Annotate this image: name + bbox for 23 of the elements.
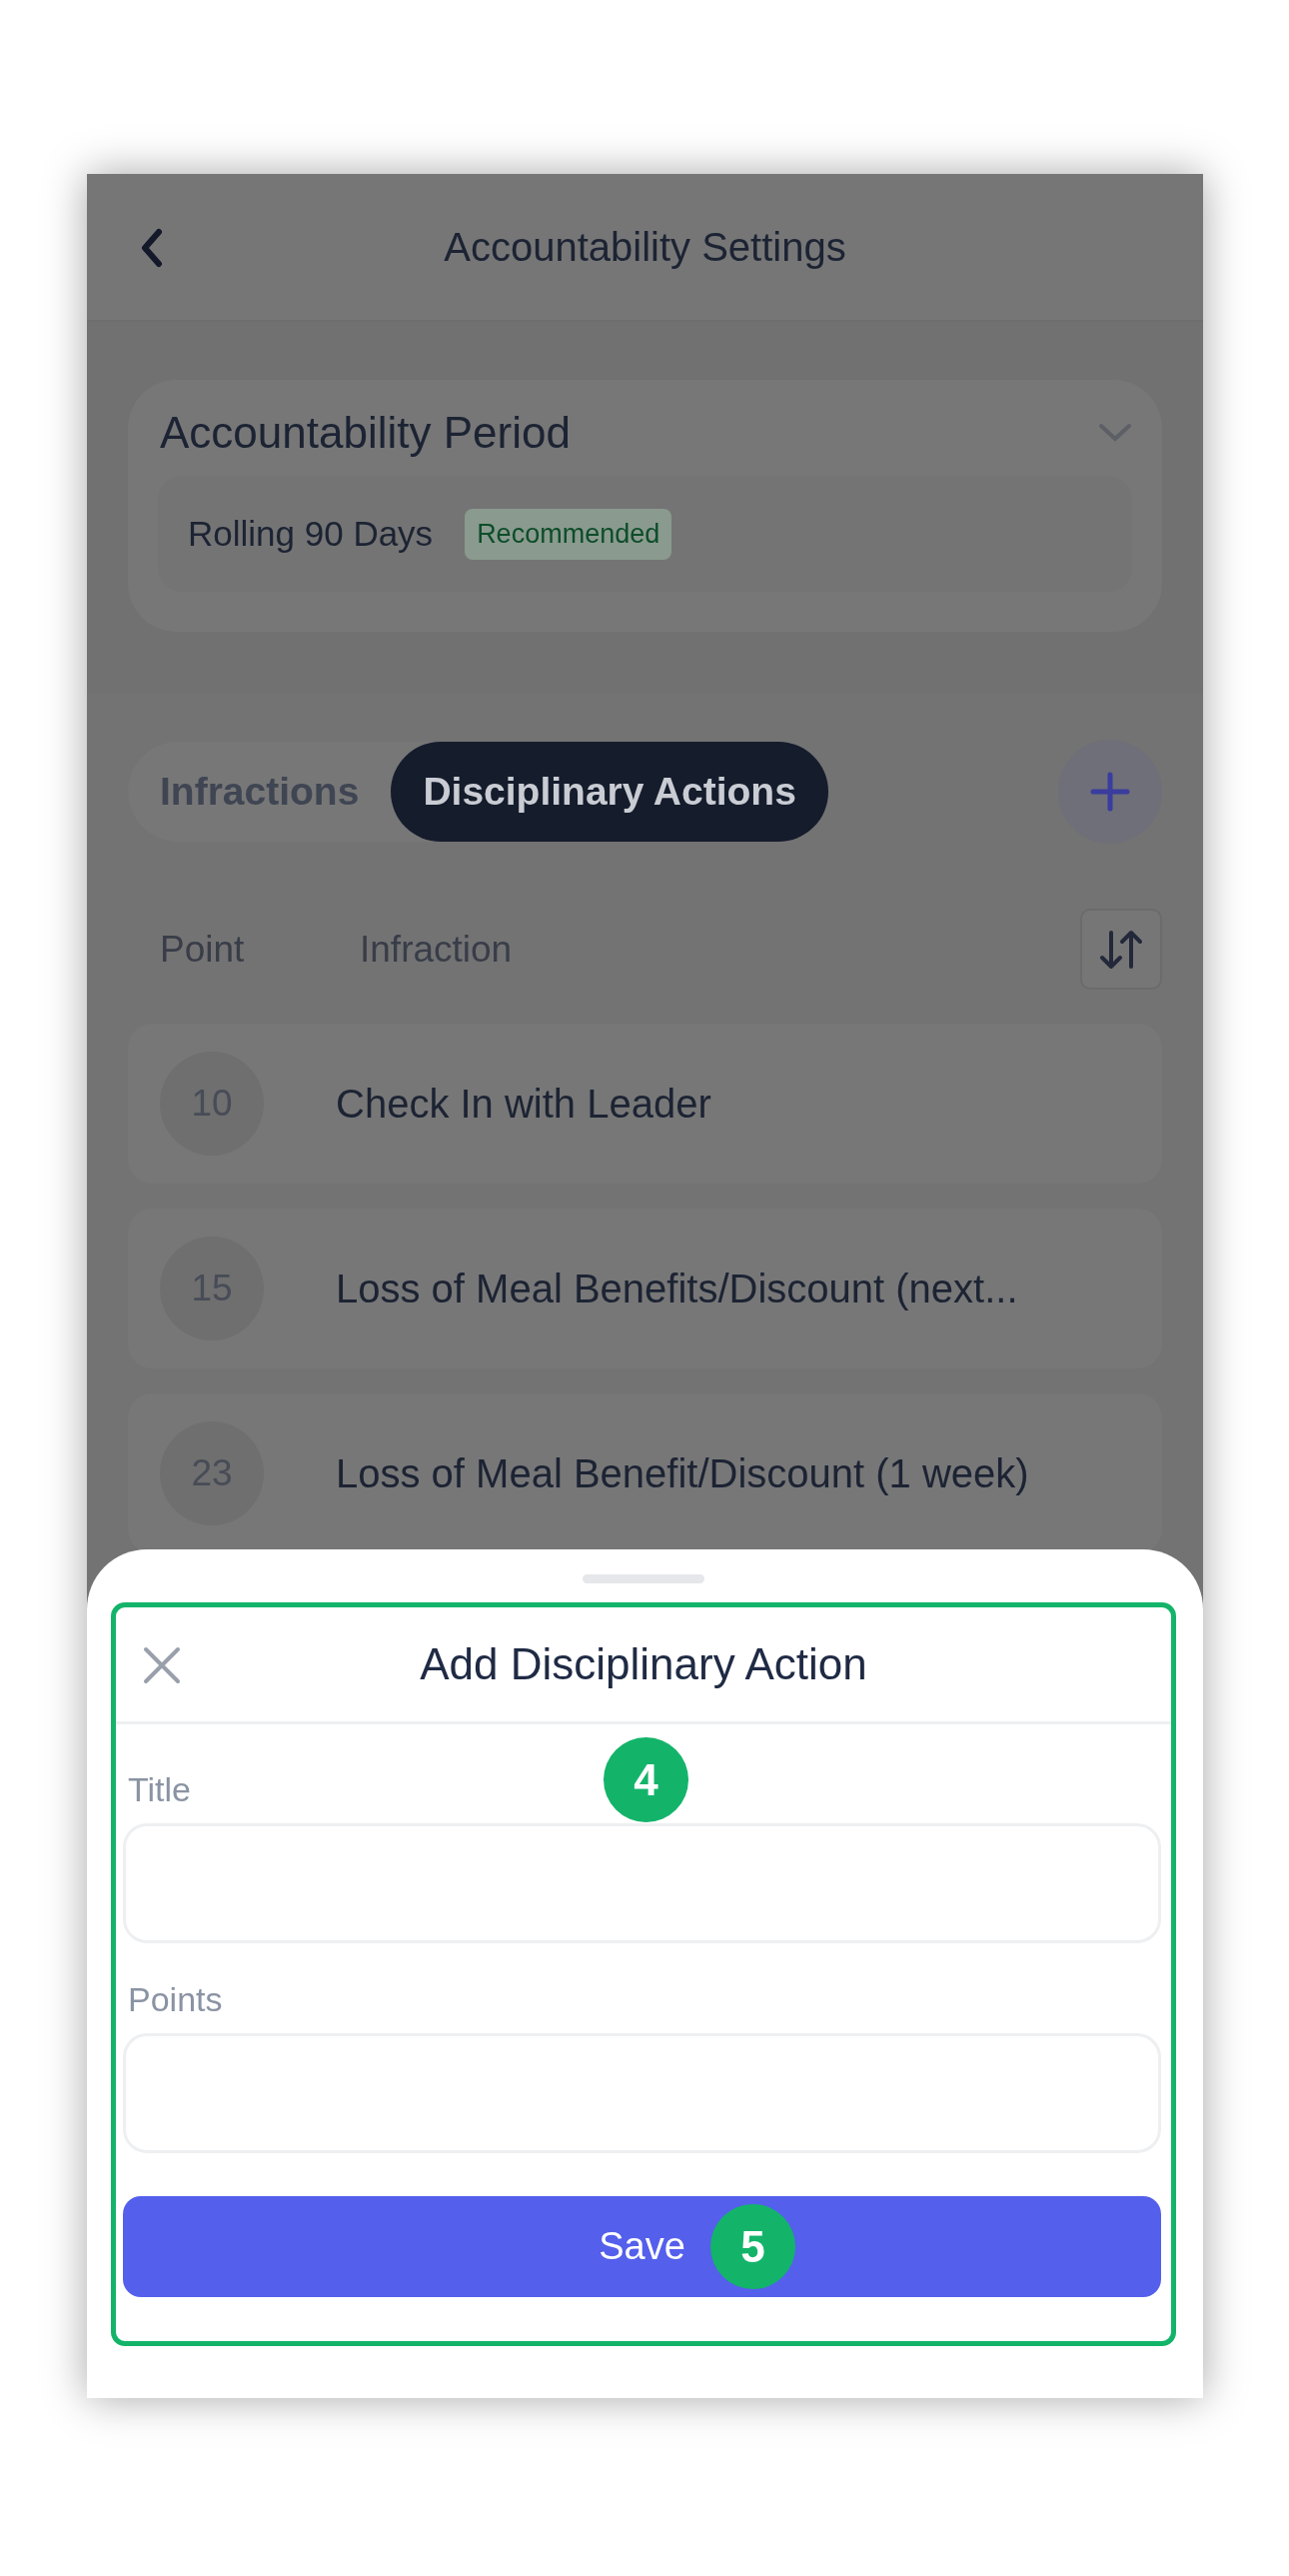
- action-title: Check In with Leader: [336, 1081, 711, 1127]
- tab[interactable]: Infractions: [128, 742, 392, 842]
- chevron-down-icon[interactable]: [1098, 423, 1132, 443]
- sort-button[interactable]: [1080, 909, 1162, 990]
- period-title: Accountability Period: [160, 408, 571, 458]
- step-marker: 4: [604, 1737, 688, 1822]
- back-icon[interactable]: [139, 228, 165, 268]
- close-icon[interactable]: [142, 1645, 182, 1685]
- period-value-box[interactable]: Rolling 90 Days Recommended: [158, 476, 1132, 592]
- column-header: Infraction: [359, 928, 513, 971]
- drag-handle[interactable]: [583, 1574, 704, 1583]
- field-label: Points: [128, 1979, 223, 2019]
- tab[interactable]: Disciplinary Actions: [391, 742, 828, 842]
- recommended-badge: Recommended: [465, 508, 672, 560]
- input-field[interactable]: [123, 1823, 1161, 1943]
- sheet-title: Add Disciplinary Action: [420, 1639, 867, 1689]
- action-title: Loss of Meal Benefits/Discount (next...: [336, 1266, 1018, 1311]
- period-value: Rolling 90 Days: [188, 514, 434, 554]
- page-title: Accountability Settings: [444, 224, 846, 270]
- plus-icon: [1090, 772, 1130, 812]
- field-label: Title: [128, 1769, 191, 1809]
- column-header: Point: [159, 928, 246, 971]
- action-title: Loss of Meal Benefit/Discount (1 week): [336, 1450, 1029, 1496]
